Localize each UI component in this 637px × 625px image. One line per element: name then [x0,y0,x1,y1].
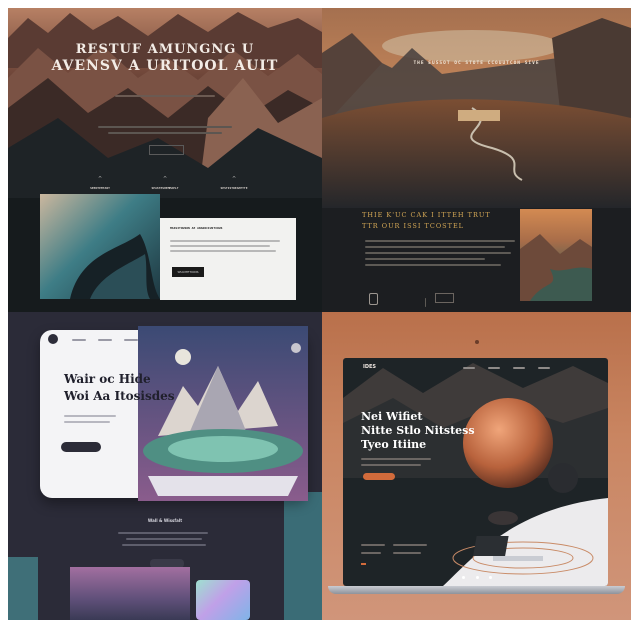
hero-body-line [361,458,431,460]
hero-headline-line-1: Nei Wifiet [361,410,423,423]
footer-divider [425,298,426,307]
coral-art-card [70,567,190,620]
landscape-card-image [520,209,592,301]
hero-body-line [64,421,110,423]
nav-link[interactable] [513,367,525,369]
feature-label: SESTISTREAPPTTE [220,186,248,190]
section-body-line [365,246,505,248]
footer-line [361,544,385,546]
pagination-dot[interactable] [489,576,492,579]
feature-label: SPASTESHEMMAPLT [151,186,179,190]
camera-dot [475,340,479,344]
body-line [122,544,206,546]
body-line [118,532,208,534]
hero-subtitle-bar [115,95,215,97]
hero-title-line-2: AVENSV A URITOOL AUIT [51,58,279,74]
nav-link[interactable] [488,367,500,369]
canyon-hero-art [322,8,631,208]
footer-line [393,544,427,546]
holographic-art-card [196,580,250,620]
card-body-line [170,245,270,247]
chevron-up-icon: ⌃ [231,175,237,183]
section-body-line [365,258,485,260]
hero-body-line [361,464,421,466]
creature-art [70,234,160,299]
teal-side-panel [284,492,322,620]
hero-headline-line-1: Wair oc Hide [64,372,151,386]
chevron-up-icon: ⌃ [162,175,168,183]
section-body-line [365,240,515,242]
site-logo[interactable]: IDES [363,364,376,370]
mountain-hero-art [8,8,322,198]
panel-top-left: RESTUF AMUNGNG U AVENSV A URITOOL AUIT ⌃… [8,8,322,312]
card-body-line [170,250,276,252]
logo-icon[interactable] [48,334,58,344]
pagination-dot[interactable] [462,576,465,579]
feature-card-image [40,194,160,299]
hero-body-line [108,132,222,134]
hero-body-line [64,415,116,417]
hero-cta-button[interactable] [149,145,184,155]
pagination-dot[interactable] [475,576,479,579]
tagline: Wall & Wissfalt [147,518,183,523]
teal-side-panel [8,557,38,620]
panel-top-right: THE EUSSOT OC STOTE CCOUUTCON SIVE THIE … [322,8,631,312]
planet-landscape-art [343,363,608,586]
feature-label: SEENTEMTANT [90,186,110,190]
floating-island-art [138,326,308,501]
section-body-line [365,264,501,266]
body-line [126,538,202,540]
hero-headline-line-2: Nitte Stlo Nitstess [361,424,475,437]
landscape-art [520,234,592,301]
nav-link[interactable] [538,367,550,369]
panel-bottom-left: Wair oc Hide Woi Aa Itosisdes Wall & Wis… [8,312,322,620]
hero-title-line-1: RESTUF AMUNGNG U [75,42,255,57]
laptop-base [328,586,625,594]
chevron-up-icon: ⌃ [97,175,103,183]
hero-headline-line-3: Tyeo Itiine [361,438,427,451]
footer-line [361,552,381,554]
card-heading: MASSITOUSON AE ANAOOCIUSTIOUS [170,226,223,230]
card-body-line [170,240,280,242]
hero-cta-button[interactable] [458,110,500,121]
footer-line [393,552,421,554]
laptop-screen: IDES Nei Wifiet Nitte Stlo Nitstess Tyeo… [343,358,608,586]
nav-link[interactable] [72,339,86,341]
hero-headline-line-2: Woi Aa Itosisdes [64,389,175,403]
panel-bottom-right: IDES Nei Wifiet Nitte Stlo Nitstess Tyeo… [322,312,631,620]
hero-cta-button[interactable] [363,473,395,480]
nav-link[interactable] [98,339,112,341]
phone-icon[interactable] [369,293,378,305]
section-body-line [365,252,511,254]
hero-body-line [98,126,232,128]
hero-cta-button[interactable] [61,442,101,452]
footer-icon[interactable] [361,563,366,565]
pagination-dots[interactable] [462,576,492,580]
feature-card: MASSITOUSON AE ANAOOCIUSTIOUS SEANTETION… [160,218,296,300]
card-button[interactable]: SEANTETIONS [172,267,204,277]
secondary-button[interactable] [435,293,454,303]
hero-caption: THE EUSSOT OC STOTE CCOUUTCON SIVE [413,61,540,66]
nav-link[interactable] [463,367,475,369]
